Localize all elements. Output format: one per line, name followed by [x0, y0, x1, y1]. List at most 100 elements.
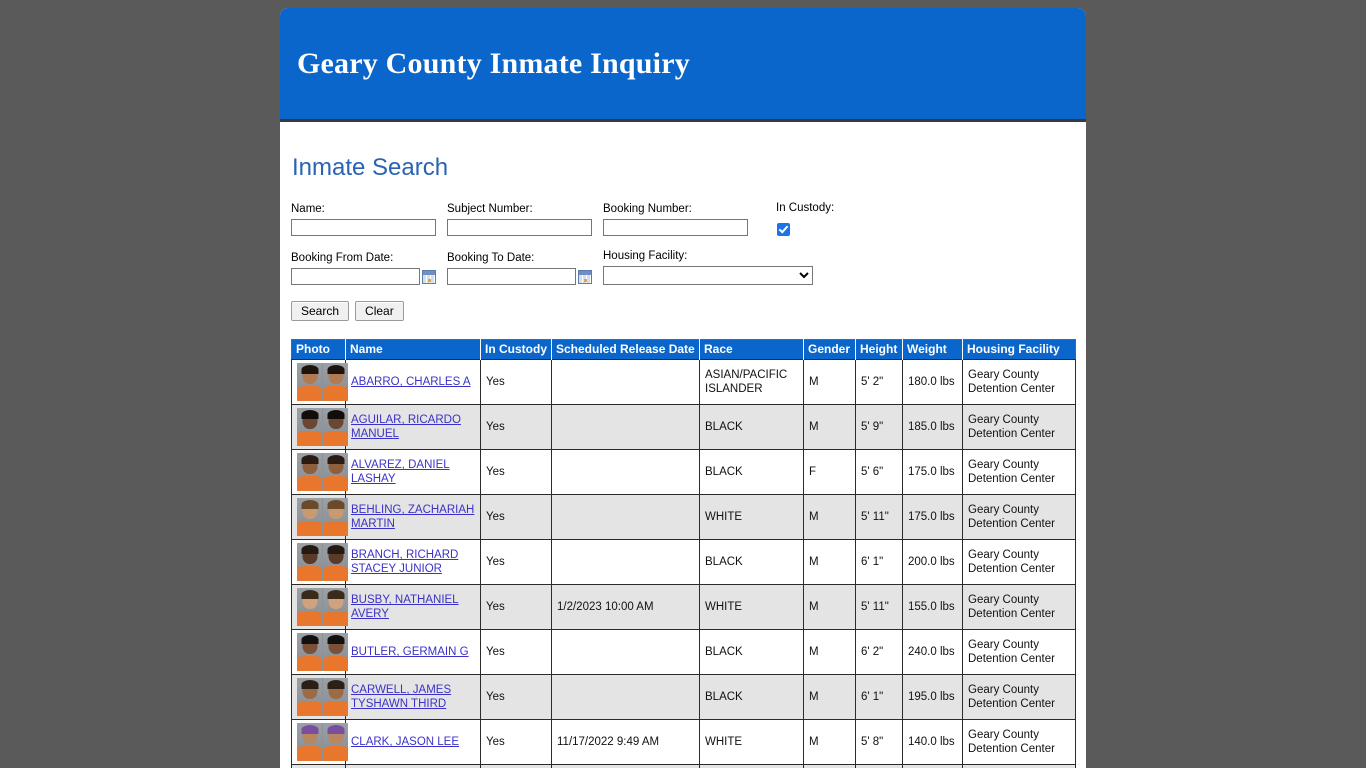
- search-button[interactable]: Search: [291, 301, 350, 321]
- in-custody-cell: Yes: [480, 674, 552, 720]
- name-field-group: Name:: [291, 203, 436, 236]
- in-custody-cell: Yes: [480, 629, 552, 675]
- inmate-name-link[interactable]: CLARK, JASON LEE: [351, 736, 459, 748]
- housing-facility-group: Housing Facility:: [603, 250, 813, 285]
- table-row: BUSBY, NATHANIEL AVERY Yes 1/2/2023 10:00 …: [291, 584, 1076, 630]
- inmate-photo-cell[interactable]: [291, 674, 348, 720]
- column-header-gender[interactable]: Gender: [803, 339, 856, 360]
- clear-button[interactable]: Clear: [355, 301, 404, 321]
- name-label: Name:: [291, 203, 325, 215]
- height-cell: 5' 11": [855, 494, 903, 540]
- column-header-housing-facility[interactable]: Housing Facility: [962, 339, 1076, 360]
- inmate-search-form: Name: Subject Number: Booking Number: In…: [291, 202, 1076, 321]
- housing-facility-label: Housing Facility:: [603, 250, 688, 262]
- scheduled-release-date-cell: [551, 449, 700, 495]
- calendar-icon[interactable]: [578, 269, 592, 284]
- inmate-results-table: Photo Name In Custody Scheduled Release …: [291, 339, 1076, 768]
- mugshot-image[interactable]: [297, 453, 348, 491]
- weight-cell: 175.0 lbs: [902, 449, 963, 495]
- inmate-name-cell: ALVAREZ, DANIEL LASHAY: [345, 449, 481, 495]
- height-cell: 6' 2": [855, 629, 903, 675]
- inmate-name-cell: CLARK, JASON LEE: [345, 719, 481, 765]
- in-custody-checkbox[interactable]: [777, 223, 790, 236]
- page-container: Geary County Inmate Inquiry Inmate Searc…: [280, 8, 1086, 768]
- inmate-photo-cell[interactable]: [291, 404, 348, 450]
- race-cell: WHITE: [699, 719, 804, 765]
- race-cell: BLACK: [699, 629, 804, 675]
- in-custody-cell: Yes: [480, 764, 552, 768]
- table-row: COBULUIS, ANDREA RENEEYes WHITEF5' 10"240…: [291, 764, 1076, 768]
- race-cell: WHITE: [699, 764, 804, 768]
- mugshot-image[interactable]: [297, 363, 348, 401]
- mugshot-image[interactable]: [297, 408, 348, 446]
- weight-cell: 200.0 lbs: [902, 539, 963, 585]
- weight-cell: 240.0 lbs: [902, 764, 963, 768]
- inmate-name-link[interactable]: BUTLER, GERMAIN G: [351, 646, 469, 658]
- subject-number-input[interactable]: [447, 219, 592, 236]
- inmate-name-link[interactable]: ALVAREZ, DANIEL LASHAY: [351, 459, 450, 485]
- mugshot-image[interactable]: [297, 543, 348, 581]
- column-header-name[interactable]: Name: [345, 339, 481, 360]
- inmate-name-link[interactable]: ABARRO, CHARLES A: [351, 376, 471, 388]
- inmate-photo-cell[interactable]: [291, 449, 348, 495]
- weight-cell: 195.0 lbs: [902, 674, 963, 720]
- mugshot-image[interactable]: [297, 498, 348, 536]
- calendar-icon[interactable]: [422, 269, 436, 284]
- weight-cell: 175.0 lbs: [902, 494, 963, 540]
- form-buttons: Search Clear: [291, 301, 1076, 321]
- height-cell: 5' 2": [855, 359, 903, 405]
- table-row: ALVAREZ, DANIEL LASHAY Yes BLACK F 5' 6" 175.…: [291, 449, 1076, 495]
- column-header-photo[interactable]: Photo: [291, 339, 346, 360]
- inmate-name-link[interactable]: BRANCH, RICHARD STACEY JUNIOR: [351, 549, 458, 575]
- booking-from-date-input[interactable]: [291, 268, 420, 285]
- race-cell: BLACK: [699, 674, 804, 720]
- race-cell: BLACK: [699, 449, 804, 495]
- inmate-photo-cell[interactable]: [291, 629, 348, 675]
- in-custody-label: In Custody:: [776, 202, 835, 214]
- inmate-name-link[interactable]: BUSBY, NATHANIEL AVERY: [351, 594, 459, 620]
- column-header-race[interactable]: Race: [699, 339, 804, 360]
- column-header-in-custody[interactable]: In Custody: [480, 339, 552, 360]
- scheduled-release-date-cell: [551, 629, 700, 675]
- booking-number-input[interactable]: [603, 219, 748, 236]
- scheduled-release-date-cell: [551, 764, 700, 768]
- inmate-photo-cell[interactable]: [291, 584, 348, 630]
- inmate-photo-cell[interactable]: [291, 359, 348, 405]
- height-cell: 6' 1": [855, 674, 903, 720]
- height-cell: 5' 10": [855, 764, 903, 768]
- table-header-row: Photo Name In Custody Scheduled Release …: [291, 339, 1076, 360]
- column-header-weight[interactable]: Weight: [902, 339, 963, 360]
- race-cell: BLACK: [699, 539, 804, 585]
- housing-facility-cell: Geary County Detention Center: [962, 449, 1076, 495]
- mugshot-image[interactable]: [297, 678, 348, 716]
- housing-facility-cell: Geary County Detention Center: [962, 359, 1076, 405]
- booking-to-date-input[interactable]: [447, 268, 576, 285]
- weight-cell: 180.0 lbs: [902, 359, 963, 405]
- in-custody-cell: Yes: [480, 359, 552, 405]
- table-row: BUTLER, GERMAIN G Yes BLACK M 6' 2" 240.0 lbs…: [291, 629, 1076, 675]
- inmate-photo-cell[interactable]: [291, 719, 348, 765]
- housing-facility-cell: Geary County Detention Center: [962, 629, 1076, 675]
- housing-facility-cell: Geary County Detention Center: [962, 494, 1076, 540]
- in-custody-cell: Yes: [480, 494, 552, 540]
- booking-from-date-group: Booking From Date:: [291, 252, 436, 285]
- inmate-name-link[interactable]: AGUILAR, RICARDO MANUEL: [351, 414, 461, 440]
- mugshot-image[interactable]: [297, 588, 348, 626]
- inmate-name-link[interactable]: CARWELL, JAMES TYSHAWN THIRD: [351, 684, 451, 710]
- gender-cell: F: [803, 764, 856, 768]
- column-header-height[interactable]: Height: [855, 339, 903, 360]
- gender-cell: M: [803, 494, 856, 540]
- inmate-photo-cell[interactable]: [291, 539, 348, 585]
- height-cell: 5' 11": [855, 584, 903, 630]
- inmate-photo-cell[interactable]: [291, 494, 348, 540]
- name-input[interactable]: [291, 219, 436, 236]
- column-header-scheduled-release-date[interactable]: Scheduled Release Date: [551, 339, 700, 360]
- table-row: BRANCH, RICHARD STACEY JUNIOR Yes BLACK M 6'…: [291, 539, 1076, 585]
- mugshot-image[interactable]: [297, 723, 348, 761]
- site-banner: Geary County Inmate Inquiry: [280, 8, 1086, 122]
- mugshot-image[interactable]: [297, 633, 348, 671]
- inmate-name-link[interactable]: BEHLING, ZACHARIAH MARTIN: [351, 504, 474, 530]
- housing-facility-select[interactable]: [603, 266, 813, 285]
- race-cell: ASIAN/PACIFIC ISLANDER: [699, 359, 804, 405]
- inmate-photo-cell[interactable]: [291, 764, 346, 768]
